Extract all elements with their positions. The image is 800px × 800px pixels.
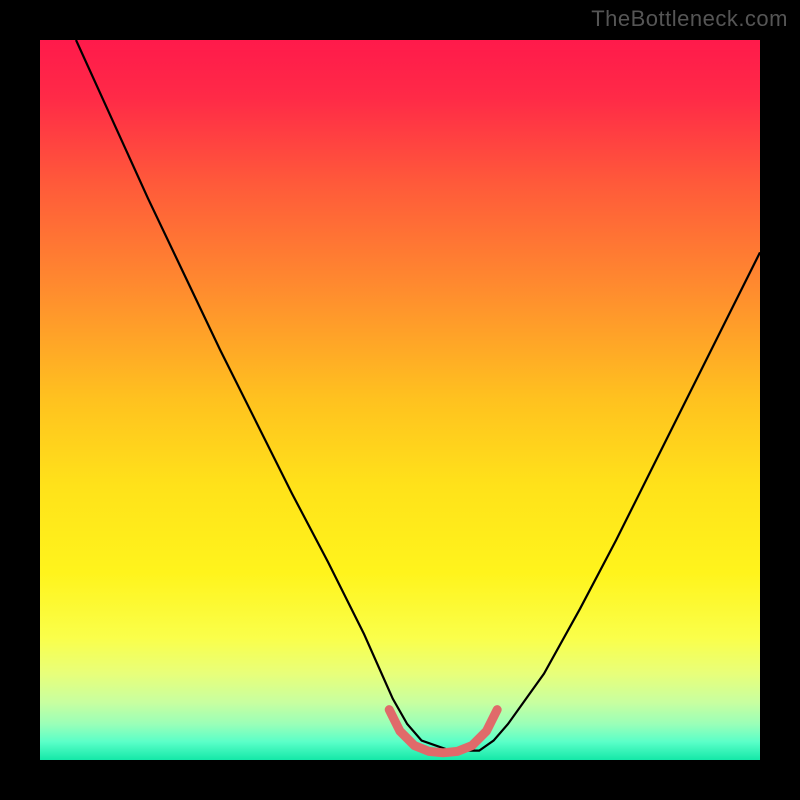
gradient-background xyxy=(40,40,760,760)
watermark-text: TheBottleneck.com xyxy=(591,6,788,32)
bottleneck-chart xyxy=(40,40,760,760)
chart-frame: TheBottleneck.com xyxy=(0,0,800,800)
